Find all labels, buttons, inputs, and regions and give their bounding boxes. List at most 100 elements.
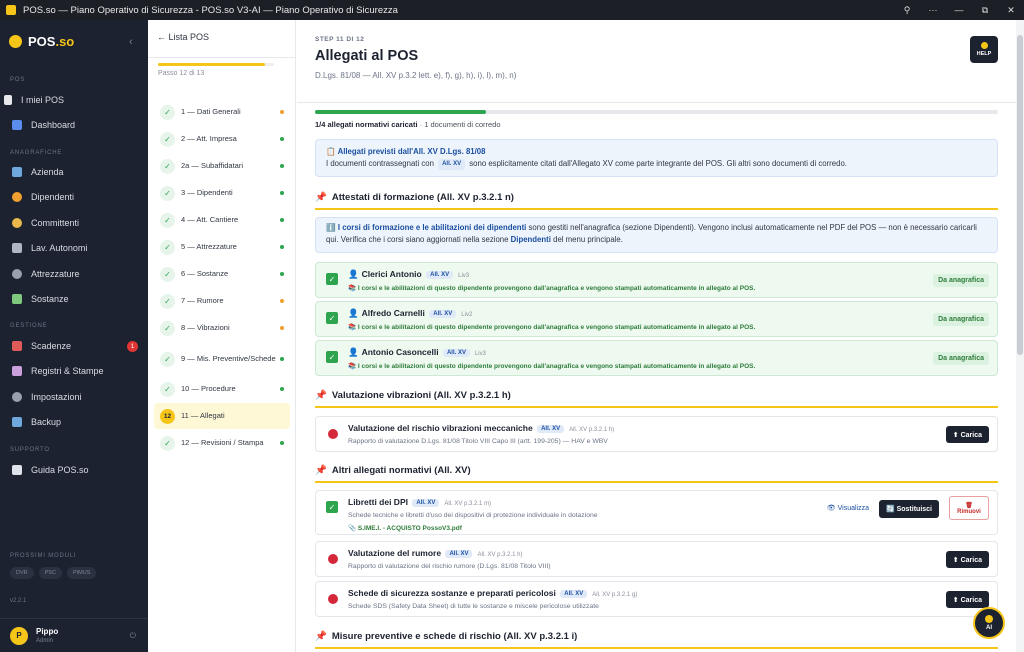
uploaded-checkbox[interactable]: ✓	[326, 501, 338, 513]
user-panel[interactable]: P Pippo Admin ⏻	[0, 618, 148, 652]
check-icon: ✓	[160, 266, 175, 282]
test-tube-icon	[12, 294, 22, 304]
attachment-card-vibrazioni: Valutazione del rischio vibrazioni mecca…	[315, 416, 998, 452]
page-subtitle: D.Lgs. 81/08 — All. XV p.3.2 lett. e), f…	[315, 71, 517, 80]
help-button[interactable]: HELP	[970, 36, 998, 63]
close-button[interactable]: ✕	[998, 0, 1024, 20]
current-step-icon: 12	[160, 408, 175, 424]
sidebar-item-dipendenti[interactable]: Dipendenti	[0, 186, 148, 208]
step-item[interactable]: ✓ 9 — Mis. Preventive/Schede	[154, 342, 290, 376]
step-item[interactable]: ✓ 6 — Sostanze	[154, 261, 290, 287]
attachment-ref: All. XV p.3.2.1 h)	[569, 427, 615, 433]
scrollbar[interactable]	[1016, 20, 1024, 652]
avatar: P	[10, 626, 28, 645]
more-icon[interactable]: ···	[920, 0, 946, 20]
section-gestione: GESTIONE	[10, 323, 48, 329]
info-box-allegati: 📋 Allegati previsti dall'All. XV D.Lgs. …	[315, 139, 998, 177]
step-status-dot	[280, 137, 284, 141]
replace-button[interactable]: 🔄 Sostituisci	[878, 500, 939, 518]
building-icon	[12, 167, 22, 177]
sidebar-item-guida[interactable]: Guida POS.so	[0, 459, 148, 481]
sidebar-item-impostazioni[interactable]: Impostazioni	[0, 386, 148, 408]
step-item[interactable]: ✓ 2a — Subaffidatari	[154, 153, 290, 179]
sidebar-item-scadenze[interactable]: Scadenze 1	[0, 335, 148, 357]
attached-file-name[interactable]: 📎 S.IME.I. - ACQUISTO PossoV3.pdf	[348, 524, 462, 532]
page-title: Allegati al POS	[315, 48, 419, 64]
step-item[interactable]: ✓ 5 — Attrezzature	[154, 234, 290, 260]
info-box-corsi: ℹ️ I corsi di formazione e le abilitazio…	[315, 217, 998, 253]
employee-note: 📚 I corsi e le abilitazioni di questo di…	[348, 363, 756, 370]
employee-name: Alfredo Carnelli	[361, 308, 425, 318]
included-checkbox[interactable]: ✓	[326, 273, 338, 285]
app-version: v2.2.1	[10, 598, 27, 604]
step-status-dot	[280, 326, 284, 330]
back-to-list-link[interactable]: ← Lista POS	[157, 32, 209, 42]
window-title: POS.so — Piano Operativo di Sicurezza - …	[23, 4, 398, 16]
module-badge: PSC	[38, 567, 62, 579]
sidebar-item-registri[interactable]: Registri & Stampe	[0, 360, 148, 382]
sidebar-item-sostanze[interactable]: Sostanze	[0, 288, 148, 310]
attachment-name: Valutazione del rischio vibrazioni mecca…	[348, 423, 533, 433]
section-title-formazione: 📌 Attestati di formazione (All. XV p.3.2.…	[315, 192, 998, 210]
step-item[interactable]: ✓ 4 — Att. Cantiere	[154, 207, 290, 233]
person-icon: 👤	[348, 347, 359, 357]
step-item[interactable]: ✓ 3 — Dipendenti	[154, 180, 290, 206]
sidebar-item-attrezzature[interactable]: Attrezzature	[0, 263, 148, 285]
step-item[interactable]: ✓ 2 — Att. Impresa	[154, 126, 290, 152]
step-item[interactable]: ✓ 12 — Revisioni / Stampa	[154, 430, 290, 456]
wizard-step-counter: Passo 12 di 13	[158, 70, 205, 77]
attachment-description: Rapporto di valutazione del rischio rumo…	[348, 563, 551, 570]
collapse-sidebar-icon[interactable]: ‹	[129, 36, 133, 48]
upload-button[interactable]: ⬆ Carica	[945, 426, 989, 443]
step-status-dot	[280, 110, 284, 114]
section-pos: POS	[10, 77, 26, 83]
step-status-dot	[280, 164, 284, 168]
remove-button[interactable]: 🗑 Rimuovi	[949, 496, 989, 520]
employee-level: Liv2	[461, 312, 473, 318]
step-item[interactable]: ✓ 10 — Procedure	[154, 376, 290, 402]
step-status-dot	[280, 357, 284, 361]
minimize-button[interactable]: —	[946, 0, 972, 20]
attachment-name: Schede di sicurezza sostanze e preparati…	[348, 588, 556, 598]
pin-icon: 📌	[315, 465, 327, 476]
sidebar: POS .so ‹ POS I miei POS Dashboard ANAGRA…	[0, 20, 148, 652]
included-checkbox[interactable]: ✓	[326, 312, 338, 324]
step-status-dot	[280, 191, 284, 195]
all-xv-badge: All. XV	[429, 310, 457, 318]
floppy-icon	[12, 417, 22, 427]
employee-level: Liv3	[458, 273, 470, 279]
employee-level: Liv3	[474, 351, 486, 357]
sidebar-item-miei-pos[interactable]: I miei POS	[0, 89, 148, 111]
sidebar-item-azienda[interactable]: Azienda	[0, 161, 148, 183]
wizard-progress-bar	[158, 63, 274, 66]
app-logo[interactable]: POS .so	[9, 34, 74, 49]
sidebar-item-dashboard[interactable]: Dashboard	[0, 114, 148, 136]
future-modules: DVR PSC PIMUS	[10, 567, 97, 579]
employee-card: ✓ 👤 Alfredo Carnelli All. XV Liv2 📚 I corsi …	[315, 301, 998, 337]
upload-button[interactable]: ⬆ Carica	[945, 591, 989, 608]
all-xv-badge: All. XV	[412, 499, 440, 507]
sidebar-item-committenti[interactable]: Committenti	[0, 212, 148, 234]
employee-note: 📚 I corsi e le abilitazioni di questo di…	[348, 324, 756, 331]
attachment-card-dpi: ✓ Libretti dei DPI All. XV All. XV p.3.2.…	[315, 490, 998, 535]
window-controls: ⚲ ··· — ⧉ ✕	[894, 0, 1024, 20]
view-link[interactable]: 👁 Visualizza	[827, 504, 869, 512]
step-item[interactable]: 12 11 — Allegati	[154, 403, 290, 429]
key-icon[interactable]: ⚲	[894, 0, 920, 20]
step-label: 9 — Mis. Preventive/Schede	[181, 354, 276, 364]
source-badge: Da anagrafica	[933, 352, 989, 365]
sidebar-item-lav-autonomi[interactable]: Lav. Autonomi	[0, 237, 148, 259]
logout-icon[interactable]: ⏻	[130, 631, 136, 641]
step-item[interactable]: ✓ 8 — Vibrazioni	[154, 315, 290, 341]
step-item[interactable]: ✓ 1 — Dati Generali	[154, 99, 290, 125]
step-item[interactable]: ✓ 7 — Rumore	[154, 288, 290, 314]
maximize-button[interactable]: ⧉	[972, 0, 998, 20]
included-checkbox[interactable]: ✓	[326, 351, 338, 363]
upload-button[interactable]: ⬆ Carica	[945, 551, 989, 568]
sidebar-item-backup[interactable]: Backup	[0, 411, 148, 433]
check-icon: ✓	[160, 185, 175, 201]
step-status-dot	[280, 441, 284, 445]
step-label: 10 — Procedure	[181, 384, 236, 394]
all-xv-badge: All. XV	[442, 349, 470, 357]
ai-assistant-button[interactable]: AI	[973, 607, 1005, 639]
